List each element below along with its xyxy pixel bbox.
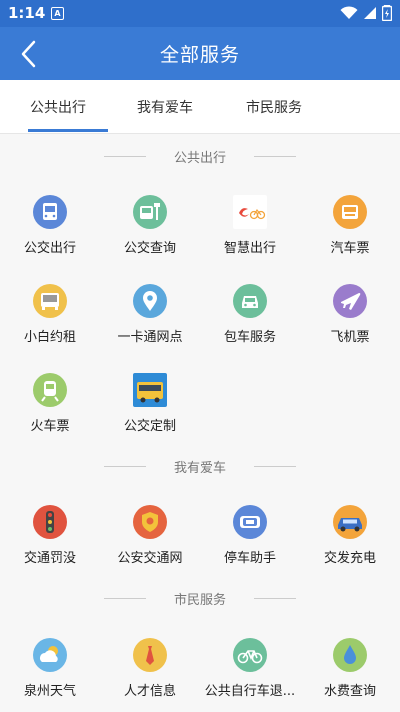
service-label: 小白约租	[23, 330, 76, 345]
service-weather[interactable]: 泉州天气	[0, 638, 100, 708]
app-header: 全部服务	[0, 27, 400, 80]
service-custom-bus[interactable]: 公交定制	[100, 373, 200, 443]
section-header-citizen-services: 市民服务	[0, 588, 400, 608]
service-label: 公交定制	[123, 419, 176, 434]
service-label: 汽车票	[330, 241, 370, 256]
service-taxi[interactable]: 小白约租	[0, 284, 100, 354]
police-badge-icon	[133, 505, 167, 539]
service-label: 泉州天气	[23, 684, 76, 699]
smart-travel-logo-icon	[233, 195, 267, 229]
signal-icon	[364, 7, 376, 19]
service-label: 智慧出行	[223, 241, 276, 256]
tab-public-travel[interactable]: 公共出行	[30, 97, 86, 117]
service-traffic-fines[interactable]: 交通罚没	[0, 505, 100, 575]
section-title: 公共出行	[173, 151, 226, 166]
battery-icon	[382, 5, 392, 21]
service-label: 人才信息	[123, 684, 176, 699]
section-title: 我有爱车	[173, 461, 226, 476]
service-label: 飞机票	[330, 330, 370, 345]
page-title: 全部服务	[159, 44, 240, 66]
wifi-icon	[340, 6, 358, 19]
service-card-outlets[interactable]: 一卡通网点	[100, 284, 200, 354]
section-header-my-car: 我有爱车	[0, 456, 400, 476]
status-time: 1:14	[8, 4, 46, 22]
service-air-ticket[interactable]: 飞机票	[300, 284, 400, 354]
tab-my-car[interactable]: 我有爱车	[137, 97, 193, 117]
service-bus-ticket[interactable]: 汽车票	[300, 195, 400, 265]
bus-stop-icon	[133, 195, 167, 229]
parking-icon	[233, 505, 267, 539]
service-label: 停车助手	[223, 551, 276, 566]
service-charter[interactable]: 包车服务	[200, 284, 300, 354]
charging-car-icon	[333, 505, 367, 539]
service-bus-travel[interactable]: 公交出行	[0, 195, 100, 265]
service-label: 交发充电	[323, 551, 376, 566]
weather-icon	[33, 638, 67, 672]
water-drop-icon	[333, 638, 367, 672]
system-icons	[340, 5, 392, 21]
service-label: 一卡通网点	[117, 330, 183, 345]
train-icon	[33, 373, 67, 407]
service-label: 水费查询	[323, 684, 376, 699]
service-charging[interactable]: 交发充电	[300, 505, 400, 575]
custom-bus-icon	[133, 373, 167, 407]
tab-citizen-services[interactable]: 市民服务	[246, 97, 302, 117]
service-label: 公交出行	[23, 241, 76, 256]
service-label: 交通罚没	[23, 551, 76, 566]
bus-icon	[33, 195, 67, 229]
bicycle-icon	[233, 638, 267, 672]
section-header-public-travel: 公共出行	[0, 146, 400, 166]
service-police-traffic[interactable]: 公安交通网	[100, 505, 200, 575]
service-parking[interactable]: 停车助手	[200, 505, 300, 575]
service-bus-query[interactable]: 公交查询	[100, 195, 200, 265]
service-label: 火车票	[30, 419, 70, 434]
notification-icon: A	[51, 7, 64, 20]
tie-icon	[133, 638, 167, 672]
tab-bar: 公共出行 我有爱车 市民服务	[0, 80, 400, 134]
location-pin-icon	[133, 284, 167, 318]
ticket-icon	[333, 195, 367, 229]
airplane-icon	[333, 284, 367, 318]
service-smart-travel[interactable]: 智慧出行	[200, 195, 300, 265]
service-label: 包车服务	[223, 330, 276, 345]
service-water-bill[interactable]: 水费查询	[300, 638, 400, 708]
service-label: 公安交通网	[117, 551, 183, 566]
car-icon	[233, 284, 267, 318]
service-label: 公交查询	[123, 241, 176, 256]
service-train-ticket[interactable]: 火车票	[0, 373, 100, 443]
traffic-light-icon	[33, 505, 67, 539]
service-label: 公共自行车退...	[204, 684, 296, 699]
section-title: 市民服务	[173, 593, 226, 608]
service-public-bike[interactable]: 公共自行车退...	[200, 638, 300, 708]
taxi-icon	[33, 284, 67, 318]
status-bar: 1:14 A	[0, 0, 400, 27]
active-tab-indicator	[28, 129, 108, 132]
service-talent-info[interactable]: 人才信息	[100, 638, 200, 708]
